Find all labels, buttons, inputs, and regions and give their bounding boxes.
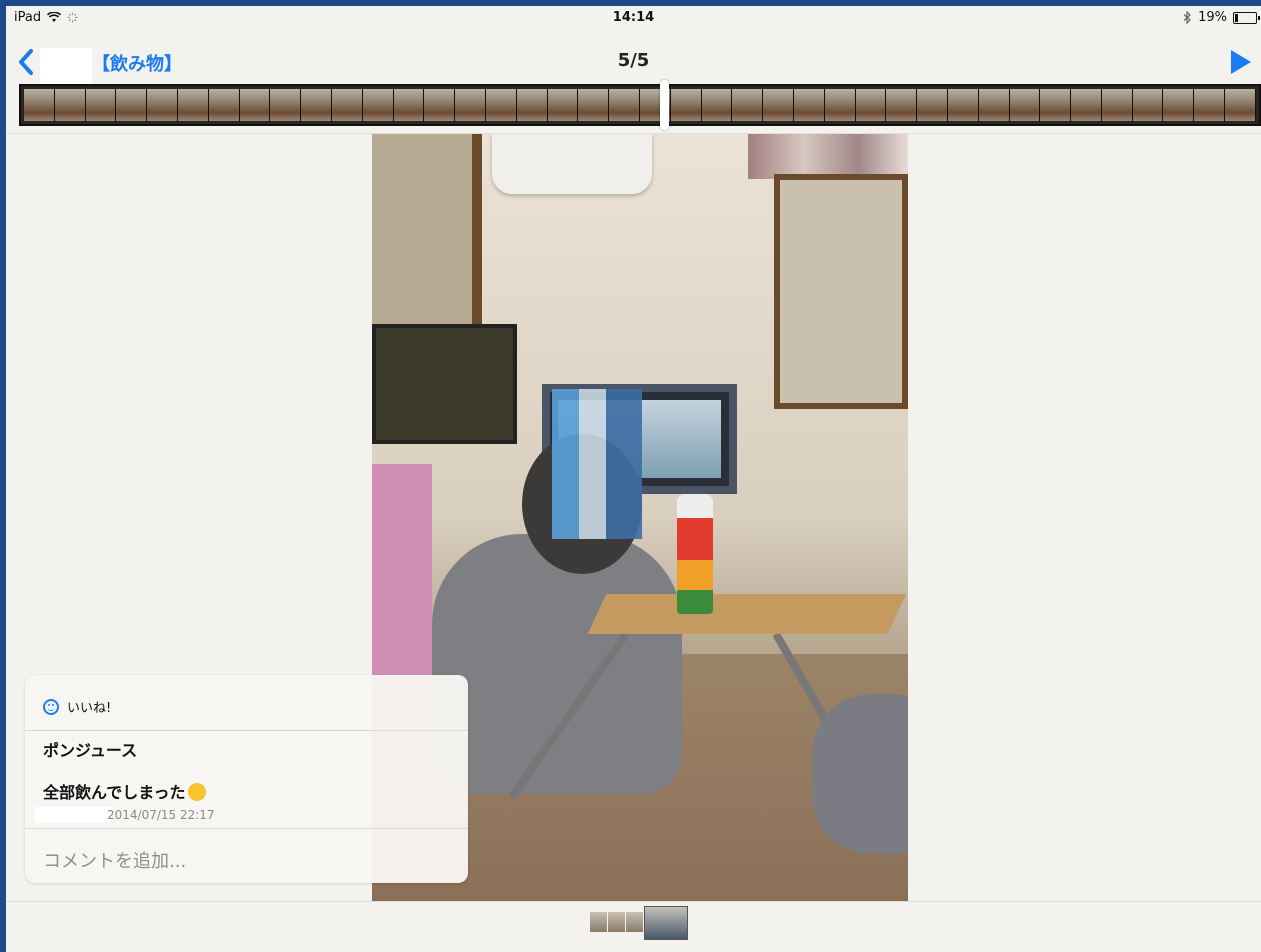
photo-window-left: [372, 134, 482, 334]
filmstrip-frame: [239, 89, 271, 121]
video-filmstrip[interactable]: [19, 84, 1261, 126]
navigation-bar: 【飲み物】 5/5: [6, 34, 1261, 84]
filmstrip-frame: [485, 89, 517, 121]
filmstrip-frame: [793, 89, 825, 121]
filmstrip-frame: [208, 89, 240, 121]
photo-mosaic-face: [552, 389, 642, 539]
status-bar: iPad 14:14 19%: [6, 6, 1261, 30]
filmstrip-frame: [917, 89, 948, 121]
filmstrip-frame: [24, 89, 55, 121]
filmstrip-frame: [116, 89, 148, 121]
photo-cushion: [812, 694, 908, 854]
filmstrip-frames: [24, 89, 1256, 121]
photo-viewer-screen: iPad 14:14 19% 【飲み物】 5/5 いいね! ポンジュース 全部飲…: [6, 6, 1261, 952]
filmstrip-frame: [1071, 89, 1102, 121]
filmstrip-frame: [1194, 89, 1226, 121]
filmstrip-frame: [455, 89, 486, 121]
filmstrip-frame: [978, 89, 1010, 121]
status-right: 19%: [1183, 10, 1260, 25]
filmstrip-frame: [547, 89, 579, 121]
filmstrip-frame: [177, 89, 209, 121]
filmstrip-frame: [855, 89, 887, 121]
battery-icon: [1233, 11, 1260, 24]
filmstrip-frame: [54, 89, 86, 121]
comment-text: 全部飲んでしまった: [43, 783, 186, 802]
comment-body: 全部飲んでしまった: [43, 779, 206, 803]
photo-aquarium: [372, 324, 517, 444]
filmstrip-frame: [578, 89, 610, 121]
redacted-author: [35, 807, 111, 823]
status-time: 14:14: [612, 10, 655, 25]
comment-timestamp: 2014/07/15 22:17: [107, 808, 215, 822]
filmstrip-frame: [701, 89, 733, 121]
filmstrip-frame: [947, 89, 979, 121]
filmstrip-frame: [424, 89, 456, 121]
filmstrip-frame: [270, 89, 302, 121]
photo-thumbnail[interactable]: [608, 912, 625, 932]
photo-thumbnail[interactable]: [626, 912, 643, 932]
photo-cabinet: [372, 464, 432, 684]
photo-child: [432, 534, 682, 794]
smiley-icon: [43, 698, 59, 715]
photo-air-conditioner: [492, 134, 652, 194]
scrub-handle[interactable]: [660, 80, 669, 130]
filmstrip-frame: [1163, 89, 1195, 121]
filmstrip-frame: [1101, 89, 1133, 121]
filmstrip-frame: [609, 89, 640, 121]
comment-divider: [25, 730, 468, 731]
filmstrip-frame: [393, 89, 425, 121]
filmstrip-frame: [301, 89, 332, 121]
play-icon[interactable]: [1231, 50, 1251, 74]
photo-table: [587, 594, 907, 634]
filmstrip-frame: [85, 89, 117, 121]
battery-percent: 19%: [1198, 10, 1227, 25]
thumbnail-strip: [590, 906, 688, 940]
filmstrip-frame: [331, 89, 363, 121]
filmstrip-frame: [732, 89, 764, 121]
photo-counter: 5/5: [617, 50, 650, 71]
bluetooth-icon: [1183, 11, 1191, 24]
photo-caption-title: ポンジュース: [43, 741, 138, 760]
battery-level-fill: [1235, 13, 1238, 22]
comment-divider: [25, 828, 468, 829]
photo-thumbnail[interactable]: [590, 912, 607, 932]
filmstrip-frame: [824, 89, 856, 121]
filmstrip-frame: [362, 89, 394, 121]
add-comment-input[interactable]: コメントを追加...: [43, 847, 186, 873]
filmstrip-frame: [1132, 89, 1164, 121]
like-button[interactable]: いいね!: [43, 697, 111, 716]
like-label: いいね!: [67, 701, 112, 716]
filmstrip-frame: [1040, 89, 1072, 121]
comment-panel: いいね! ポンジュース 全部飲んでしまった 2014/07/15 22:17 コ…: [25, 675, 468, 883]
bottom-divider: [6, 901, 1261, 902]
filmstrip-frame: [1009, 89, 1041, 121]
photo-juice-bottle: [677, 494, 713, 614]
filmstrip-frame: [516, 89, 548, 121]
filmstrip-frame: [147, 89, 178, 121]
filmstrip-frame: [670, 89, 702, 121]
filmstrip-frame: [763, 89, 794, 121]
filmstrip-frame: [1225, 89, 1256, 121]
photo-thumbnail[interactable]: [644, 906, 688, 940]
filmstrip-frame: [886, 89, 918, 121]
flushed-face-emoji-icon: [187, 783, 206, 801]
photo-mosaic-top: [748, 134, 908, 179]
photo-window-right: [774, 174, 908, 409]
